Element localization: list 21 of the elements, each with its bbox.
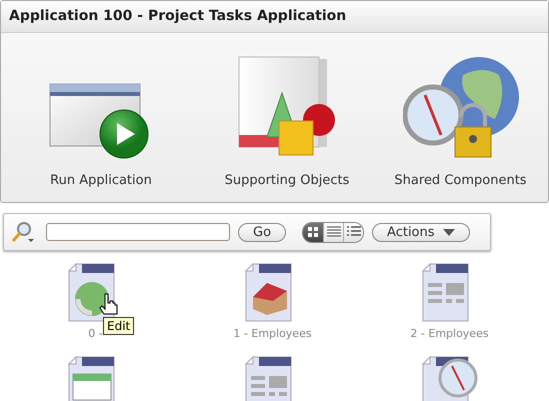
- details-view-button[interactable]: [343, 222, 364, 242]
- shortcut-link[interactable]: Run Application: [50, 173, 152, 188]
- hand-cursor-icon: [99, 293, 119, 315]
- page-label[interactable]: 1 - Employees: [233, 327, 312, 340]
- page-label[interactable]: 2 - Employees: [410, 327, 489, 340]
- page-label[interactable]: 0 -: [88, 327, 103, 340]
- icons-view-button[interactable]: [303, 222, 324, 242]
- actions-button[interactable]: Actions: [372, 222, 470, 242]
- caret-icon: [442, 228, 455, 236]
- search-field[interactable]: [46, 223, 230, 241]
- compass-globe-lock-icon: [402, 55, 518, 159]
- tooltip: Edit: [103, 317, 134, 335]
- shortcut-link[interactable]: Supporting Objects: [224, 173, 350, 188]
- shortcut-link[interactable]: Shared Components: [394, 173, 527, 188]
- lines-icon: [326, 226, 341, 238]
- panel-title: Application 100 - Project Tasks Application: [1, 1, 548, 33]
- list-icon: [346, 226, 361, 238]
- report-view-button[interactable]: [323, 222, 344, 242]
- grid-icon: [307, 226, 320, 238]
- compass-page-icon[interactable]: [422, 356, 478, 401]
- go-button[interactable]: Go: [238, 222, 286, 242]
